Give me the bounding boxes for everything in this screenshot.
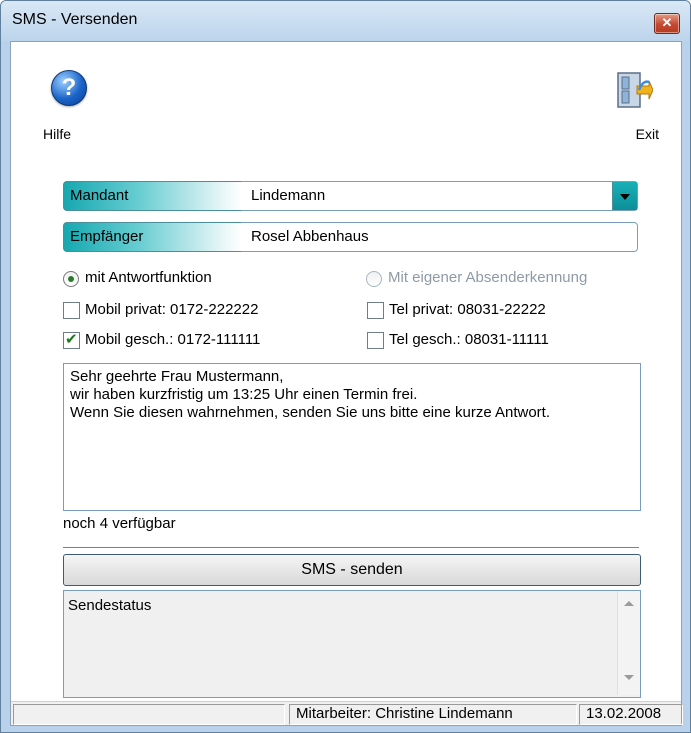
help-icon: ? bbox=[51, 70, 87, 106]
divider bbox=[63, 547, 639, 549]
close-button[interactable]: ✕ bbox=[654, 13, 680, 34]
mandant-select[interactable]: Lindemann bbox=[241, 181, 638, 211]
check-mobil-privat-box[interactable] bbox=[63, 302, 80, 319]
radio-eigene-absenderkennung-indicator bbox=[366, 271, 382, 287]
empfaenger-field[interactable]: Rosel Abbenhaus bbox=[241, 222, 638, 252]
help-button[interactable]: ? Hilfe bbox=[39, 70, 99, 142]
empfaenger-value: Rosel Abbenhaus bbox=[251, 228, 369, 245]
message-line: Wenn Sie diesen wahrnehmen, senden Sie u… bbox=[70, 404, 551, 421]
empfaenger-row: Empfänger Rosel Abbenhaus bbox=[63, 222, 639, 252]
client-area: ? Hilfe Exit Mandant Lindemann Empfänger… bbox=[10, 41, 683, 726]
send-sms-button[interactable]: SMS - senden bbox=[63, 554, 641, 586]
empfaenger-label-box: Empfänger bbox=[63, 222, 242, 252]
close-icon: ✕ bbox=[661, 15, 673, 30]
radio-eigene-absenderkennung-label: Mit eigener Absenderkennung bbox=[388, 269, 588, 286]
date-status: 13.02.2008 bbox=[579, 704, 683, 725]
send-status-box: Sendestatus bbox=[63, 590, 641, 698]
empfaenger-label: Empfänger bbox=[70, 228, 144, 245]
check-tel-gesch-box[interactable] bbox=[367, 332, 384, 349]
check-tel-gesch-label: Tel gesch.: 08031-11111 bbox=[389, 331, 549, 348]
exit-label: Exit bbox=[635, 126, 659, 142]
message-line: wir haben kurzfristig um 13:25 Uhr einen… bbox=[70, 386, 418, 403]
exit-door-icon bbox=[617, 72, 654, 108]
status-cell-empty bbox=[13, 704, 285, 725]
radio-antwortfunktion-label: mit Antwortfunktion bbox=[85, 269, 212, 286]
window-title: SMS - Versenden bbox=[12, 11, 138, 28]
check-mobil-gesch-label: Mobil gesch.: 0172-111111 bbox=[85, 331, 261, 348]
exit-button[interactable]: Exit bbox=[603, 70, 663, 142]
employee-status: Mitarbeiter: Christine Lindemann bbox=[289, 704, 577, 725]
status-bar: Mitarbeiter: Christine Lindemann 13.02.2… bbox=[11, 701, 683, 725]
scroll-down-icon[interactable] bbox=[624, 675, 634, 680]
check-tel-privat-box[interactable] bbox=[367, 302, 384, 319]
sms-window: SMS - Versenden ✕ ? Hilfe Exit Mandant L… bbox=[0, 0, 691, 733]
check-tel-privat-label: Tel privat: 08031-22222 bbox=[389, 301, 546, 318]
message-textarea[interactable]: Sehr geehrte Frau Mustermann, wir haben … bbox=[63, 363, 641, 511]
check-mobil-privat-label: Mobil privat: 0172-222222 bbox=[85, 301, 259, 318]
check-mobil-gesch-box[interactable] bbox=[63, 330, 80, 349]
mandant-value: Lindemann bbox=[251, 187, 326, 204]
mandant-dropdown-button[interactable] bbox=[612, 182, 637, 210]
remaining-chars: noch 4 verfügbar bbox=[63, 515, 176, 532]
send-status-label: Sendestatus bbox=[68, 597, 152, 614]
help-label: Hilfe bbox=[43, 126, 72, 142]
scroll-up-icon[interactable] bbox=[624, 601, 634, 606]
mandant-row: Mandant Lindemann bbox=[63, 181, 639, 211]
chevron-down-icon bbox=[620, 194, 630, 200]
radio-antwortfunktion-indicator[interactable] bbox=[63, 271, 79, 287]
message-line: Sehr geehrte Frau Mustermann, bbox=[70, 368, 284, 385]
title-bar: SMS - Versenden ✕ bbox=[1, 1, 690, 41]
status-scrollbar[interactable] bbox=[617, 591, 640, 695]
mandant-label: Mandant bbox=[70, 187, 129, 204]
mandant-label-box: Mandant bbox=[63, 181, 242, 211]
